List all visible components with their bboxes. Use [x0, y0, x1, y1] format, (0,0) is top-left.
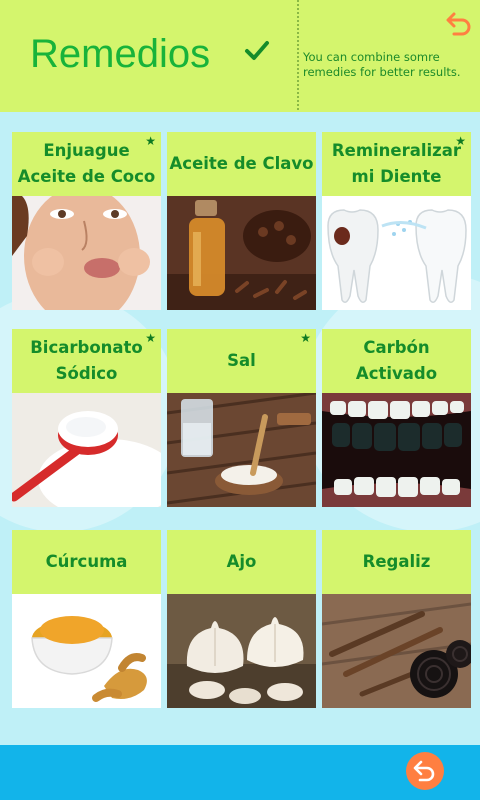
remedy-card-garlic[interactable]: Ajo — [167, 530, 316, 708]
remedy-photo-baking-soda-spoon — [12, 393, 161, 507]
undo-arrow-icon — [413, 760, 435, 782]
star-icon: ★ — [145, 134, 156, 148]
remedy-card-clove-oil[interactable]: Aceite de Clavo — [167, 132, 316, 310]
remedy-photo-licorice — [322, 594, 471, 708]
remedy-label: Aceite de Clavo — [167, 132, 316, 196]
remedy-label: Cúrcuma — [12, 530, 161, 594]
remedy-photo-garlic — [167, 594, 316, 708]
remedy-label: Ajo — [167, 530, 316, 594]
remedy-card-remineralize[interactable]: Remineralizar mi Diente ★ — [322, 132, 471, 310]
remedy-card-baking-soda[interactable]: Bicarbonato Sódico ★ — [12, 329, 161, 507]
back-button[interactable] — [406, 752, 444, 790]
star-icon: ★ — [455, 134, 466, 148]
remedy-card-activated-charcoal[interactable]: Carbón Activado — [322, 329, 471, 507]
header-divider — [297, 0, 299, 110]
undo-arrow-icon[interactable] — [444, 8, 474, 38]
remedy-card-licorice[interactable]: Regaliz — [322, 530, 471, 708]
remedy-photo-salt — [167, 393, 316, 507]
remedy-photo-woman-rinsing — [12, 196, 161, 310]
page-title: Remedios — [30, 32, 211, 76]
remedy-photo-charcoal-teeth — [322, 393, 471, 507]
remedy-photo-turmeric — [12, 594, 161, 708]
remedy-card-turmeric[interactable]: Cúrcuma — [12, 530, 161, 708]
remedy-label: Sal — [167, 329, 316, 393]
remedy-label: Enjuague Aceite de Coco — [12, 132, 161, 196]
remedy-label: Regaliz — [322, 530, 471, 594]
tip-text: You can combine somre remedies for bette… — [303, 50, 461, 79]
remedy-card-coconut-oil[interactable]: Enjuague Aceite de Coco ★ — [12, 132, 161, 310]
star-icon: ★ — [300, 331, 311, 345]
remedies-grid: Enjuague Aceite de Coco ★ Aceite de Clav… — [0, 112, 480, 745]
remedy-card-salt[interactable]: Sal ★ — [167, 329, 316, 507]
remedy-label: Carbón Activado — [322, 329, 471, 393]
remedy-photo-clove-oil-bottle — [167, 196, 316, 310]
remedy-label: Remineralizar mi Diente — [322, 132, 471, 196]
star-icon: ★ — [145, 331, 156, 345]
remedy-photo-teeth — [322, 196, 471, 310]
check-icon[interactable] — [244, 38, 270, 64]
app-header: Remedios You can combine somre remedies … — [0, 0, 480, 112]
remedy-label: Bicarbonato Sódico — [12, 329, 161, 393]
